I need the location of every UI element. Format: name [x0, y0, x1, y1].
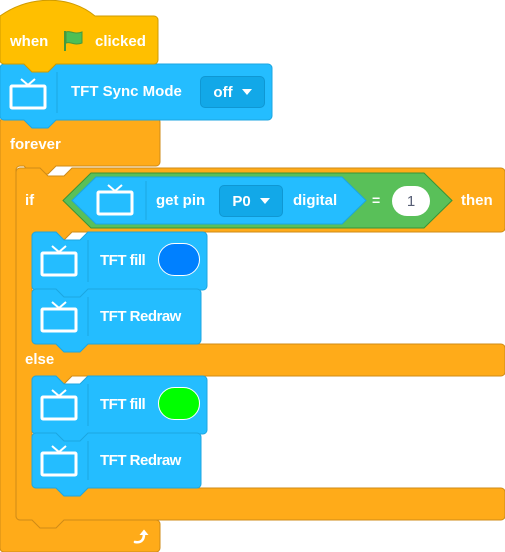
- if-label: if: [25, 192, 35, 209]
- forever-label: forever: [10, 136, 61, 153]
- digital-label: digital: [293, 192, 338, 209]
- get-pin-label: get pin: [156, 192, 206, 209]
- tft-fill-label: TFT fill: [100, 252, 146, 269]
- then-label: then: [461, 192, 493, 209]
- sync-mode-value: off: [213, 83, 233, 101]
- pin-dropdown[interactable]: P0: [219, 185, 283, 217]
- tft-redraw-label: TFT Redraw: [100, 308, 181, 325]
- clicked-label: clicked: [95, 33, 146, 50]
- sync-mode-dropdown[interactable]: off: [200, 76, 265, 108]
- tv-icon: [40, 389, 78, 421]
- when-label: when: [10, 33, 49, 50]
- tft-redraw-label: TFT Redraw: [100, 452, 181, 469]
- tv-icon: [40, 445, 78, 477]
- else-label: else: [25, 351, 55, 368]
- tv-icon: [96, 184, 134, 216]
- green-flag-icon: [64, 31, 83, 51]
- sync-mode-label: TFT Sync Mode: [71, 83, 182, 100]
- equals-sign: =: [372, 192, 381, 208]
- tv-icon: [9, 78, 47, 110]
- tv-icon: [40, 245, 78, 277]
- color-picker-swatch[interactable]: [158, 387, 200, 420]
- pin-value: P0: [232, 192, 251, 210]
- tv-icon: [40, 301, 78, 333]
- tft-fill-label: TFT fill: [100, 396, 146, 413]
- chevron-down-icon: [241, 89, 252, 95]
- color-picker-swatch[interactable]: [158, 243, 200, 276]
- chevron-down-icon: [259, 198, 270, 204]
- compare-value-input[interactable]: 1: [392, 186, 430, 216]
